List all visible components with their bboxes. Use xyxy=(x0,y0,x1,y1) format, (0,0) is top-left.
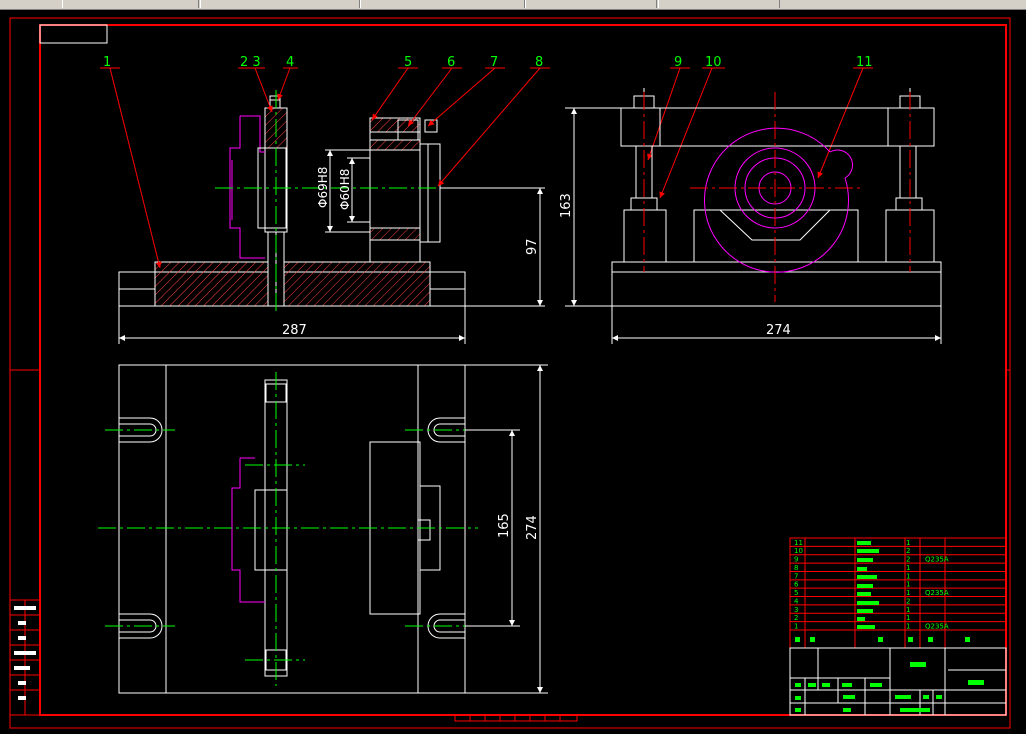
bom-qty: 12211112111 xyxy=(906,539,910,631)
bom-qty-cell: 2 xyxy=(906,547,910,555)
bom-qty-cell: 2 xyxy=(906,556,910,564)
bom-material-cell: Q235A xyxy=(925,556,949,564)
bom-qty-cell: 2 xyxy=(906,597,910,605)
bom-item-number: 4 xyxy=(794,597,799,605)
dim-dia-inner: Φ60H8 xyxy=(338,169,352,210)
bom-rows xyxy=(790,545,1006,623)
dim-width-top: 274 xyxy=(525,515,540,540)
bom-item-numbers: 1110987654321 xyxy=(794,539,803,631)
bom-qty-cell: 1 xyxy=(906,581,910,589)
side-view: 163 274 xyxy=(559,88,942,344)
balloon-10: 10 xyxy=(705,55,722,70)
balloon-4: 4 xyxy=(286,55,294,70)
tab-4[interactable] xyxy=(525,0,657,8)
tab-1[interactable] xyxy=(62,0,199,8)
tab-2[interactable] xyxy=(200,0,360,8)
bom-item-number: 11 xyxy=(794,539,803,547)
dim-dia-outer: Φ69H8 xyxy=(316,167,330,208)
dim-height-front: 97 xyxy=(525,238,540,255)
base-section-hatch xyxy=(154,261,431,307)
balloon-leaders xyxy=(100,67,873,269)
magenta-workpiece-top xyxy=(231,457,265,603)
dim-width-side: 274 xyxy=(766,323,791,338)
dim-height-side: 163 xyxy=(559,193,574,218)
balloon-7: 7 xyxy=(490,55,498,70)
tab-5[interactable] xyxy=(658,0,780,8)
bom-qty-cell: 1 xyxy=(906,589,910,597)
balloon-8: 8 xyxy=(535,55,543,70)
cad-drawing-canvas[interactable]: Φ69H8 Φ60H8 97 287 1 2 3 4 5 6 7 8 9 10 … xyxy=(0,9,1026,734)
bom-item-number: 8 xyxy=(794,564,798,572)
bom-qty-cell: 1 xyxy=(906,623,910,631)
bom-item-number: 1 xyxy=(794,623,798,631)
balloon-11: 11 xyxy=(856,55,873,70)
bom-item-number: 9 xyxy=(794,556,798,564)
bom-item-number: 5 xyxy=(794,589,798,597)
tab-3[interactable] xyxy=(360,0,525,8)
bom-material-cell: Q235A xyxy=(925,589,949,597)
balloon-6: 6 xyxy=(447,55,455,70)
magenta-workpiece-front xyxy=(229,115,265,259)
bom-item-number: 10 xyxy=(794,547,803,555)
dim-slot-spacing: 165 xyxy=(497,513,512,538)
front-view: Φ69H8 Φ60H8 97 287 xyxy=(118,90,545,344)
balloon-5: 5 xyxy=(404,55,412,70)
top-view: 165 274 xyxy=(98,364,548,694)
bom-item-number: 6 xyxy=(794,581,799,589)
bom-qty-cell: 1 xyxy=(906,564,910,572)
bom-item-number: 3 xyxy=(794,606,798,614)
balloon-9: 9 xyxy=(674,55,682,70)
bom-qty-cell: 1 xyxy=(906,606,910,614)
bom-qty-cell: 1 xyxy=(906,539,910,547)
bom-item-number: 7 xyxy=(794,572,798,580)
balloon-1: 1 xyxy=(103,55,111,70)
bom-item-number: 2 xyxy=(794,614,798,622)
bom-qty-cell: 1 xyxy=(906,572,910,580)
bom-qty-cell: 1 xyxy=(906,614,910,622)
bom-material-cell: Q235A xyxy=(925,623,949,631)
balloon-2-3: 2 3 xyxy=(240,55,261,70)
dim-width-front: 287 xyxy=(282,323,307,338)
magenta-workpiece-side xyxy=(704,127,854,273)
